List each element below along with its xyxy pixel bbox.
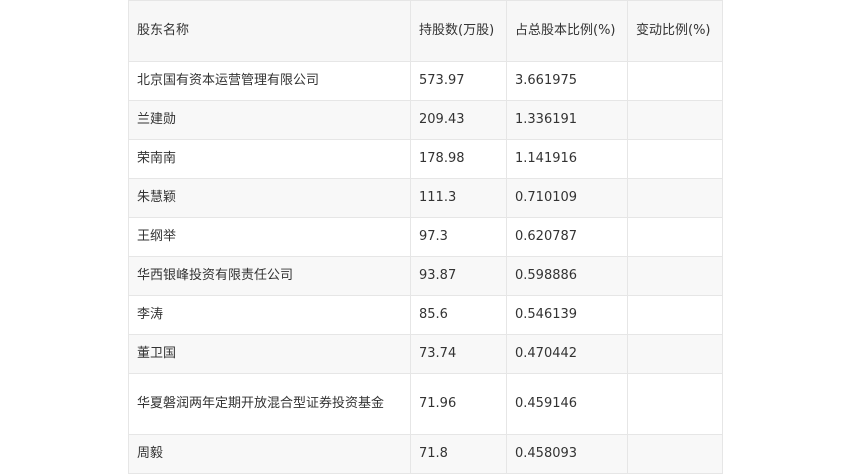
cell-ratio: 0.470442	[506, 334, 628, 374]
table-header-row: 股东名称 持股数(万股) 占总股本比例(%) 变动比例(%)	[128, 0, 723, 62]
table-row: 北京国有资本运营管理有限公司 573.97 3.661975	[128, 61, 723, 101]
shareholders-table: 股东名称 持股数(万股) 占总股本比例(%) 变动比例(%) 北京国有资本运营管…	[128, 0, 723, 474]
cell-ratio: 0.620787	[506, 217, 628, 257]
cell-shares: 97.3	[410, 217, 507, 257]
cell-change	[627, 217, 723, 257]
cell-change	[627, 100, 723, 140]
cell-ratio: 0.598886	[506, 256, 628, 296]
cell-shares: 93.87	[410, 256, 507, 296]
cell-ratio: 0.459146	[506, 373, 628, 435]
table-row: 王纲举 97.3 0.620787	[128, 217, 723, 257]
table-row: 周毅 71.8 0.458093	[128, 434, 723, 474]
cell-change	[627, 139, 723, 179]
page: 股东名称 持股数(万股) 占总股本比例(%) 变动比例(%) 北京国有资本运营管…	[0, 0, 850, 474]
cell-ratio: 1.336191	[506, 100, 628, 140]
cell-shares: 71.8	[410, 434, 507, 474]
cell-change	[627, 373, 723, 435]
table-row: 华西银峰投资有限责任公司 93.87 0.598886	[128, 256, 723, 296]
cell-name: 周毅	[128, 434, 411, 474]
cell-shares: 85.6	[410, 295, 507, 335]
table-row: 兰建勋 209.43 1.336191	[128, 100, 723, 140]
cell-shares: 71.96	[410, 373, 507, 435]
cell-shares: 73.74	[410, 334, 507, 374]
cell-ratio: 0.546139	[506, 295, 628, 335]
cell-ratio: 1.141916	[506, 139, 628, 179]
cell-shares: 111.3	[410, 178, 507, 218]
cell-change	[627, 334, 723, 374]
cell-name: 王纲举	[128, 217, 411, 257]
cell-name: 华夏磐润两年定期开放混合型证券投资基金	[128, 373, 411, 435]
cell-name: 朱慧颖	[128, 178, 411, 218]
cell-name: 董卫国	[128, 334, 411, 374]
table-row: 荣南南 178.98 1.141916	[128, 139, 723, 179]
cell-name: 荣南南	[128, 139, 411, 179]
cell-name: 兰建勋	[128, 100, 411, 140]
cell-change	[627, 295, 723, 335]
cell-ratio: 3.661975	[506, 61, 628, 101]
cell-name: 李涛	[128, 295, 411, 335]
header-shareholder-name: 股东名称	[128, 0, 411, 62]
table-row: 朱慧颖 111.3 0.710109	[128, 178, 723, 218]
table-row: 华夏磐润两年定期开放混合型证券投资基金 71.96 0.459146	[128, 373, 723, 435]
table-row: 董卫国 73.74 0.470442	[128, 334, 723, 374]
cell-ratio: 0.458093	[506, 434, 628, 474]
cell-shares: 209.43	[410, 100, 507, 140]
header-change: 变动比例(%)	[627, 0, 723, 62]
header-shares: 持股数(万股)	[410, 0, 507, 62]
cell-change	[627, 256, 723, 296]
cell-shares: 573.97	[410, 61, 507, 101]
table-row: 李涛 85.6 0.546139	[128, 295, 723, 335]
cell-change	[627, 178, 723, 218]
cell-change	[627, 434, 723, 474]
cell-ratio: 0.710109	[506, 178, 628, 218]
cell-change	[627, 61, 723, 101]
cell-name: 北京国有资本运营管理有限公司	[128, 61, 411, 101]
header-ratio: 占总股本比例(%)	[506, 0, 628, 62]
cell-shares: 178.98	[410, 139, 507, 179]
cell-name: 华西银峰投资有限责任公司	[128, 256, 411, 296]
